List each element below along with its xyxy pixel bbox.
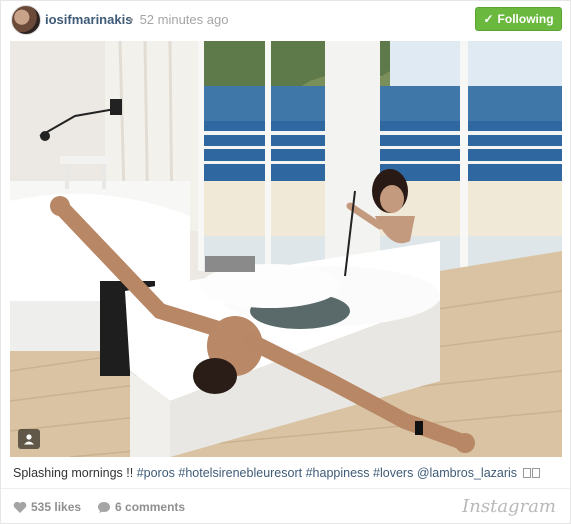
user-icon (24, 434, 34, 445)
post-header: iosifmarinakis • 52 minutes ago ✓ Followi… (1, 1, 570, 39)
post-footer: 535 likes 6 comments (13, 498, 185, 516)
following-label: Following (497, 12, 554, 26)
following-button[interactable]: ✓ Following (475, 7, 562, 31)
post-caption: Splashing mornings !! #poros #hotelsiren… (13, 466, 558, 480)
heart-icon[interactable] (13, 501, 27, 514)
hashtag-link[interactable]: #lovers (373, 466, 413, 480)
username-link[interactable]: iosifmarinakis (45, 12, 132, 27)
photo-illustration (10, 41, 562, 457)
emoji-placeholder (531, 468, 540, 478)
comment-icon[interactable] (97, 501, 111, 514)
check-icon: ✓ (483, 12, 494, 26)
instagram-logo[interactable]: Instagram (462, 496, 556, 517)
tagged-users-badge[interactable] (18, 429, 40, 449)
post-photo[interactable] (10, 41, 562, 457)
hashtag-link[interactable]: #happiness (306, 466, 370, 480)
avatar[interactable] (11, 5, 41, 35)
separator-dot: • (129, 12, 134, 27)
caption-text: Splashing mornings !! (13, 466, 137, 480)
instagram-post-card: iosifmarinakis • 52 minutes ago ✓ Followi… (0, 0, 571, 524)
hashtag-link[interactable]: #hotelsirenebleuresort (178, 466, 302, 480)
post-timestamp[interactable]: • 52 minutes ago (129, 12, 228, 27)
time-ago: 52 minutes ago (139, 12, 229, 27)
hashtag-link[interactable]: #poros (137, 466, 175, 480)
mention-link[interactable]: @lambros_lazaris (417, 466, 517, 480)
emoji-placeholder (522, 468, 531, 478)
comments-count[interactable]: 6 comments (115, 500, 185, 514)
footer-divider (1, 488, 570, 489)
likes-count[interactable]: 535 likes (31, 500, 81, 514)
